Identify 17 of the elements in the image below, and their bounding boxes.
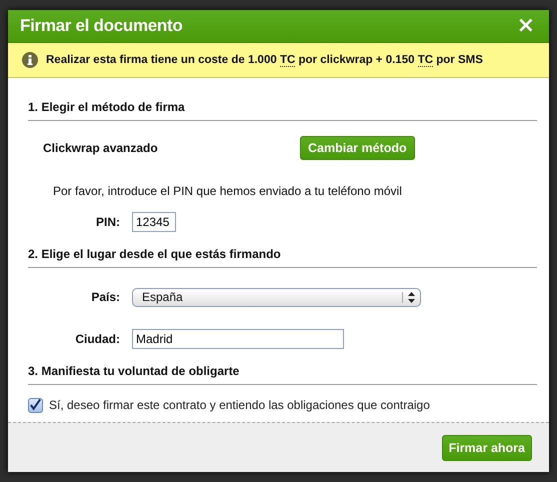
section-heading: 1. Elegir el método de firma [28, 100, 537, 121]
method-label: Clickwrap avanzado [43, 141, 159, 155]
instruction-text: Por favor, introduce el PIN que hemos enviado a tu teléfono móvil [53, 184, 402, 198]
info-icon [22, 52, 38, 68]
country-dropdown[interactable]: España [132, 288, 421, 306]
section-heading: 2. Elige el lugar desde el que estás firmando [28, 247, 537, 268]
section-heading: 3. Manifiesta tu voluntad de obligarte [28, 364, 537, 385]
input-field[interactable]: Madrid [132, 329, 344, 349]
dialog-title: Firmar el documento [20, 16, 182, 36]
field-label: Ciudad: [74, 332, 121, 346]
field-label: País: [90, 290, 121, 304]
notice-text: Realizar esta firma tiene un coste de 1.000 TC por clickwrap + 0.150 TC por SMS [46, 54, 483, 66]
field-label: PIN: [95, 215, 121, 229]
input-field[interactable]: 12345 [132, 212, 176, 232]
checkbox[interactable] [28, 398, 43, 412]
checkbox-label: Sí, deseo firmar este contrato y entiendo las obligaciones que contraigo [49, 398, 430, 412]
up-down-arrows-icon [402, 292, 415, 302]
